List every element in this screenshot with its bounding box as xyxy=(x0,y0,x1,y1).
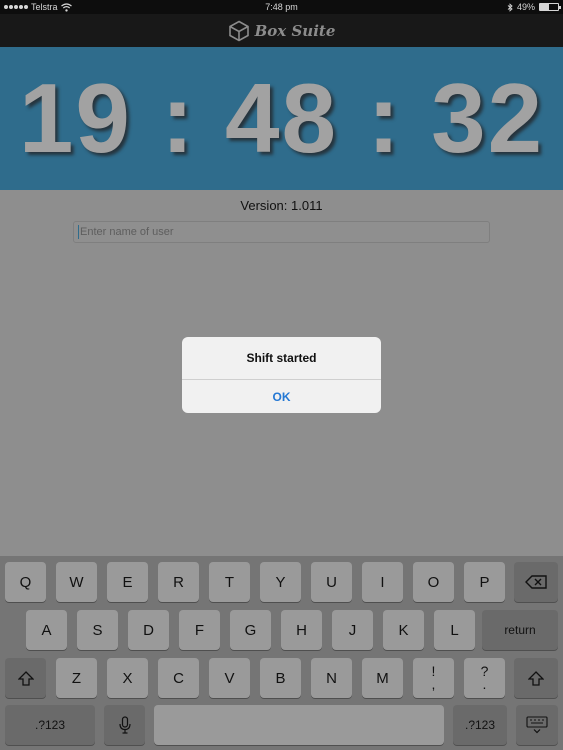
key-k[interactable]: K xyxy=(383,610,424,650)
bluetooth-icon xyxy=(507,2,513,12)
key-r[interactable]: R xyxy=(158,562,199,602)
key-d[interactable]: D xyxy=(128,610,169,650)
text-cursor xyxy=(78,225,79,239)
key-t[interactable]: T xyxy=(209,562,250,602)
key-h[interactable]: H xyxy=(281,610,322,650)
delete-key[interactable] xyxy=(514,562,558,602)
dictation-key[interactable] xyxy=(104,705,145,745)
key-s[interactable]: S xyxy=(77,610,118,650)
key-l[interactable]: L xyxy=(434,610,475,650)
key-v[interactable]: V xyxy=(209,658,250,698)
shift-icon xyxy=(17,670,34,686)
status-right: 49% xyxy=(507,2,561,12)
keyboard: Q W E R T Y U I O P A S D F G H J K L re… xyxy=(0,556,563,750)
alert-message: Shift started xyxy=(182,337,381,380)
key-question-period[interactable]: ? . xyxy=(464,658,505,698)
alert-ok-button[interactable]: OK xyxy=(182,380,381,413)
status-time: 7:48 pm xyxy=(265,2,298,12)
hide-keyboard-key[interactable] xyxy=(516,705,558,745)
microphone-icon xyxy=(118,716,131,734)
key-j[interactable]: J xyxy=(332,610,373,650)
alert-dialog: Shift started OK xyxy=(182,337,381,413)
key-x[interactable]: X xyxy=(107,658,148,698)
key-c[interactable]: C xyxy=(158,658,199,698)
key-w[interactable]: W xyxy=(56,562,97,602)
key-m[interactable]: M xyxy=(362,658,403,698)
battery-icon xyxy=(539,3,561,11)
key-period-label: . xyxy=(482,676,487,692)
key-exclamation-comma[interactable]: ! , xyxy=(413,658,454,698)
clock-display: 19 : 48 : 32 xyxy=(18,63,545,173)
key-y[interactable]: Y xyxy=(260,562,301,602)
status-bar: Telstra 7:48 pm 49% xyxy=(0,0,563,14)
key-p[interactable]: P xyxy=(464,562,505,602)
key-i[interactable]: I xyxy=(362,562,403,602)
key-e[interactable]: E xyxy=(107,562,148,602)
space-key[interactable] xyxy=(154,705,444,745)
key-u[interactable]: U xyxy=(311,562,352,602)
shift-icon xyxy=(528,670,544,686)
keyboard-hide-icon xyxy=(526,716,548,734)
key-comma-label: , xyxy=(431,676,436,692)
app-name: Box Suite xyxy=(254,21,336,40)
numbers-key-left[interactable]: .?123 xyxy=(5,705,95,745)
key-g[interactable]: G xyxy=(230,610,271,650)
version-label: Version: 1.011 xyxy=(240,198,323,213)
user-name-input[interactable] xyxy=(73,221,490,243)
key-f[interactable]: F xyxy=(179,610,220,650)
box-logo-icon xyxy=(228,20,249,41)
battery-percent: 49% xyxy=(516,2,535,12)
key-z[interactable]: Z xyxy=(56,658,97,698)
key-q[interactable]: Q xyxy=(5,562,46,602)
delete-icon xyxy=(525,575,547,589)
key-o[interactable]: O xyxy=(413,562,454,602)
battery-fill xyxy=(540,4,549,10)
numbers-key-right[interactable]: .?123 xyxy=(453,705,507,745)
key-b[interactable]: B xyxy=(260,658,301,698)
clock-panel: 19 : 48 : 32 xyxy=(0,47,563,190)
shift-left-key[interactable] xyxy=(5,658,46,698)
shift-right-key[interactable] xyxy=(514,658,558,698)
key-a[interactable]: A xyxy=(26,610,67,650)
app-header: Box Suite xyxy=(0,14,563,47)
return-key[interactable]: return xyxy=(482,610,558,650)
key-n[interactable]: N xyxy=(311,658,352,698)
